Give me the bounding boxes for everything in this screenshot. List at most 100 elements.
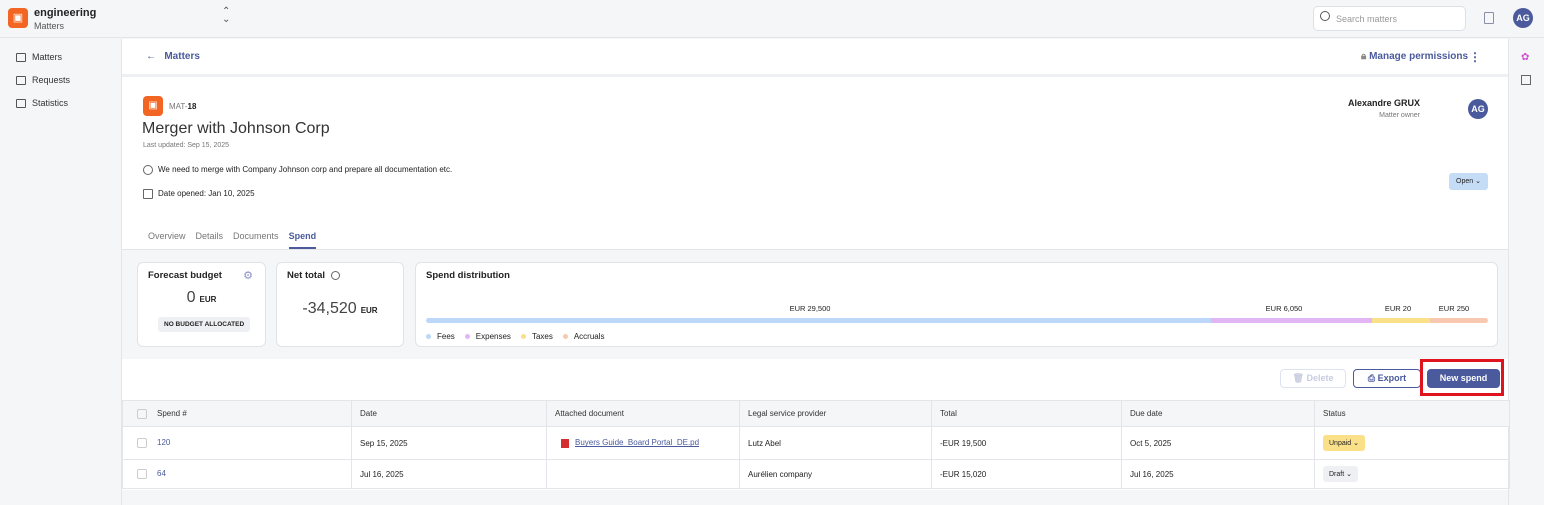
column-header: Total bbox=[931, 400, 1122, 427]
owner-role: Matter owner bbox=[1379, 112, 1420, 119]
forecast-budget-card: Forecast budget ⚙ 0 EUR NO BUDGET ALLOCAT… bbox=[137, 262, 266, 347]
search-icon bbox=[1320, 11, 1330, 21]
matter-owner: Alexandre GRUX Matter owner bbox=[1348, 98, 1420, 120]
column-header: Status bbox=[1314, 400, 1510, 427]
status-dropdown[interactable]: Draft ⌄ bbox=[1323, 466, 1358, 482]
accruals-label: EUR 250 bbox=[1438, 304, 1470, 313]
export-button[interactable]: ⎙ Export bbox=[1353, 369, 1421, 388]
search-placeholder: Search matters bbox=[1336, 14, 1398, 24]
column-header: Legal service provider bbox=[739, 400, 932, 427]
legend-item: Taxes bbox=[520, 332, 553, 341]
taxes-label: EUR 20 bbox=[1384, 304, 1412, 313]
provider-cell: Lutz Abel bbox=[739, 426, 932, 460]
matter-id: MAT-18 bbox=[169, 102, 196, 111]
spend-number-link[interactable]: 64 bbox=[157, 469, 166, 478]
net-total-title: Net total bbox=[287, 270, 325, 281]
info-icon[interactable] bbox=[330, 270, 340, 280]
trash-icon: 🗑︎ bbox=[1292, 373, 1307, 383]
delete-button[interactable]: 🗑︎ Delete bbox=[1280, 369, 1346, 388]
sidebar-item-statistics[interactable]: Statistics bbox=[16, 98, 68, 108]
chevron-down-icon: ⌄ bbox=[1353, 440, 1360, 447]
status-dropdown[interactable]: Unpaid ⌄ bbox=[1323, 435, 1366, 451]
legend-item: Fees bbox=[426, 332, 455, 341]
highlight-box bbox=[1420, 359, 1504, 396]
table-footer bbox=[122, 490, 1508, 505]
matter-id-prefix: MAT- bbox=[169, 102, 188, 111]
column-header: Date bbox=[351, 400, 547, 427]
tab-overview[interactable]: Overview bbox=[148, 231, 186, 249]
manage-permissions-button[interactable]: 🔒︎ Manage permissions bbox=[1361, 51, 1468, 62]
briefcase-icon bbox=[16, 52, 26, 62]
date-cell: Sep 15, 2025 bbox=[351, 426, 547, 460]
user-avatar[interactable]: AG bbox=[1513, 8, 1533, 28]
breadcrumb-label: Matters bbox=[164, 51, 200, 62]
pdf-icon bbox=[561, 438, 569, 448]
chevron-down-icon: ⌄ bbox=[1475, 178, 1481, 185]
date-opened-text: Date opened: Jan 10, 2025 bbox=[158, 189, 255, 199]
description-text: We need to merge with Company Johnson co… bbox=[158, 165, 453, 175]
select-all-checkbox[interactable] bbox=[137, 408, 147, 419]
net-total-value: -34,520 bbox=[302, 300, 357, 317]
tabs: Overview Details Documents Spend bbox=[148, 231, 317, 249]
search-input[interactable]: Search matters bbox=[1313, 6, 1466, 31]
distribution-bar bbox=[426, 318, 1488, 323]
legend-item: Accruals bbox=[562, 332, 605, 341]
sidebar-item-matters[interactable]: Matters bbox=[16, 52, 62, 62]
row-checkbox[interactable] bbox=[137, 438, 147, 448]
spend-distribution-card: Spend distribution EUR 29,500 EUR 6,050 … bbox=[415, 262, 1498, 347]
net-total-card: Net total -34,520 EUR bbox=[276, 262, 404, 347]
card-title: Spend distribution bbox=[426, 270, 510, 281]
attached-document-cell bbox=[546, 459, 740, 489]
bar-chart-icon bbox=[16, 98, 26, 108]
right-rail: ✿ bbox=[1510, 39, 1544, 505]
spend-number-link[interactable]: 120 bbox=[157, 438, 170, 447]
summary-area: Forecast budget ⚙ 0 EUR NO BUDGET ALLOCAT… bbox=[122, 249, 1508, 359]
workspace-name: engineering bbox=[34, 7, 97, 19]
provider-cell: Aurélien company bbox=[739, 459, 932, 489]
chevron-down-icon: ⌄ bbox=[1346, 471, 1352, 478]
top-bar: ▣ engineering Matters ⌃ ⌄ Search matters … bbox=[0, 0, 1544, 38]
table-header: Spend # Date Attached document Legal ser… bbox=[122, 400, 1510, 427]
more-options-icon[interactable]: ⋮ bbox=[1469, 50, 1481, 64]
matter-description: We need to merge with Company Johnson co… bbox=[143, 165, 452, 175]
document-icon[interactable] bbox=[1484, 12, 1494, 24]
legend-item: Expenses bbox=[464, 332, 511, 341]
tab-details[interactable]: Details bbox=[196, 231, 224, 249]
inbox-icon bbox=[16, 75, 26, 85]
owner-avatar: AG bbox=[1468, 99, 1488, 119]
lock-icon: 🔒︎ bbox=[1360, 51, 1370, 62]
workspace-section: Matters bbox=[34, 21, 65, 31]
matter-id-number: 18 bbox=[187, 102, 197, 111]
status-dropdown[interactable]: Open ⌄ bbox=[1449, 173, 1488, 190]
row-checkbox[interactable] bbox=[137, 469, 147, 479]
status-label: Open bbox=[1456, 178, 1474, 185]
main-content: ← Matters 🔒︎ Manage permissions ⋮ ▣ MAT-… bbox=[121, 39, 1510, 505]
spend-table: Spend # Date Attached document Legal ser… bbox=[122, 400, 1510, 489]
card-title: Net total bbox=[287, 270, 345, 281]
workspace-switcher-icon[interactable]: ⌃ ⌄ bbox=[222, 7, 230, 25]
document-icon[interactable] bbox=[1521, 75, 1531, 85]
tab-documents[interactable]: Documents bbox=[233, 231, 279, 249]
arrow-left-icon: ← bbox=[146, 51, 165, 62]
status-label: Unpaid bbox=[1329, 440, 1352, 447]
tab-spend[interactable]: Spend bbox=[288, 231, 317, 249]
gear-icon[interactable]: ⚙ bbox=[243, 269, 253, 282]
table-row[interactable]: 120 Sep 15, 2025 Buyers Guide_Board Port… bbox=[122, 426, 1510, 460]
sidebar-item-requests[interactable]: Requests bbox=[16, 75, 70, 85]
sidebar: Matters Requests Statistics bbox=[4, 39, 121, 505]
forecast-value: 0 bbox=[186, 289, 196, 306]
table-row[interactable]: 64 Jul 16, 2025 Aurélien company -EUR 15… bbox=[122, 459, 1510, 489]
back-to-matters-link[interactable]: ← Matters bbox=[146, 51, 200, 62]
total-cell: -EUR 19,500 bbox=[931, 426, 1122, 460]
export-icon: ⎙ bbox=[1367, 373, 1378, 383]
column-header: Attached document bbox=[546, 400, 740, 427]
ai-assistant-icon[interactable]: ✿ bbox=[1521, 52, 1529, 63]
divider bbox=[122, 74, 1508, 77]
briefcase-icon: ▣ bbox=[8, 8, 28, 28]
due-date-cell: Jul 16, 2025 bbox=[1121, 459, 1315, 489]
info-icon bbox=[143, 165, 153, 175]
currency: EUR bbox=[199, 295, 217, 304]
manage-permissions-label: Manage permissions bbox=[1369, 51, 1468, 62]
currency: EUR bbox=[360, 306, 378, 315]
attached-document-link[interactable]: Buyers Guide_Board Portal_DE.pd bbox=[575, 438, 699, 447]
